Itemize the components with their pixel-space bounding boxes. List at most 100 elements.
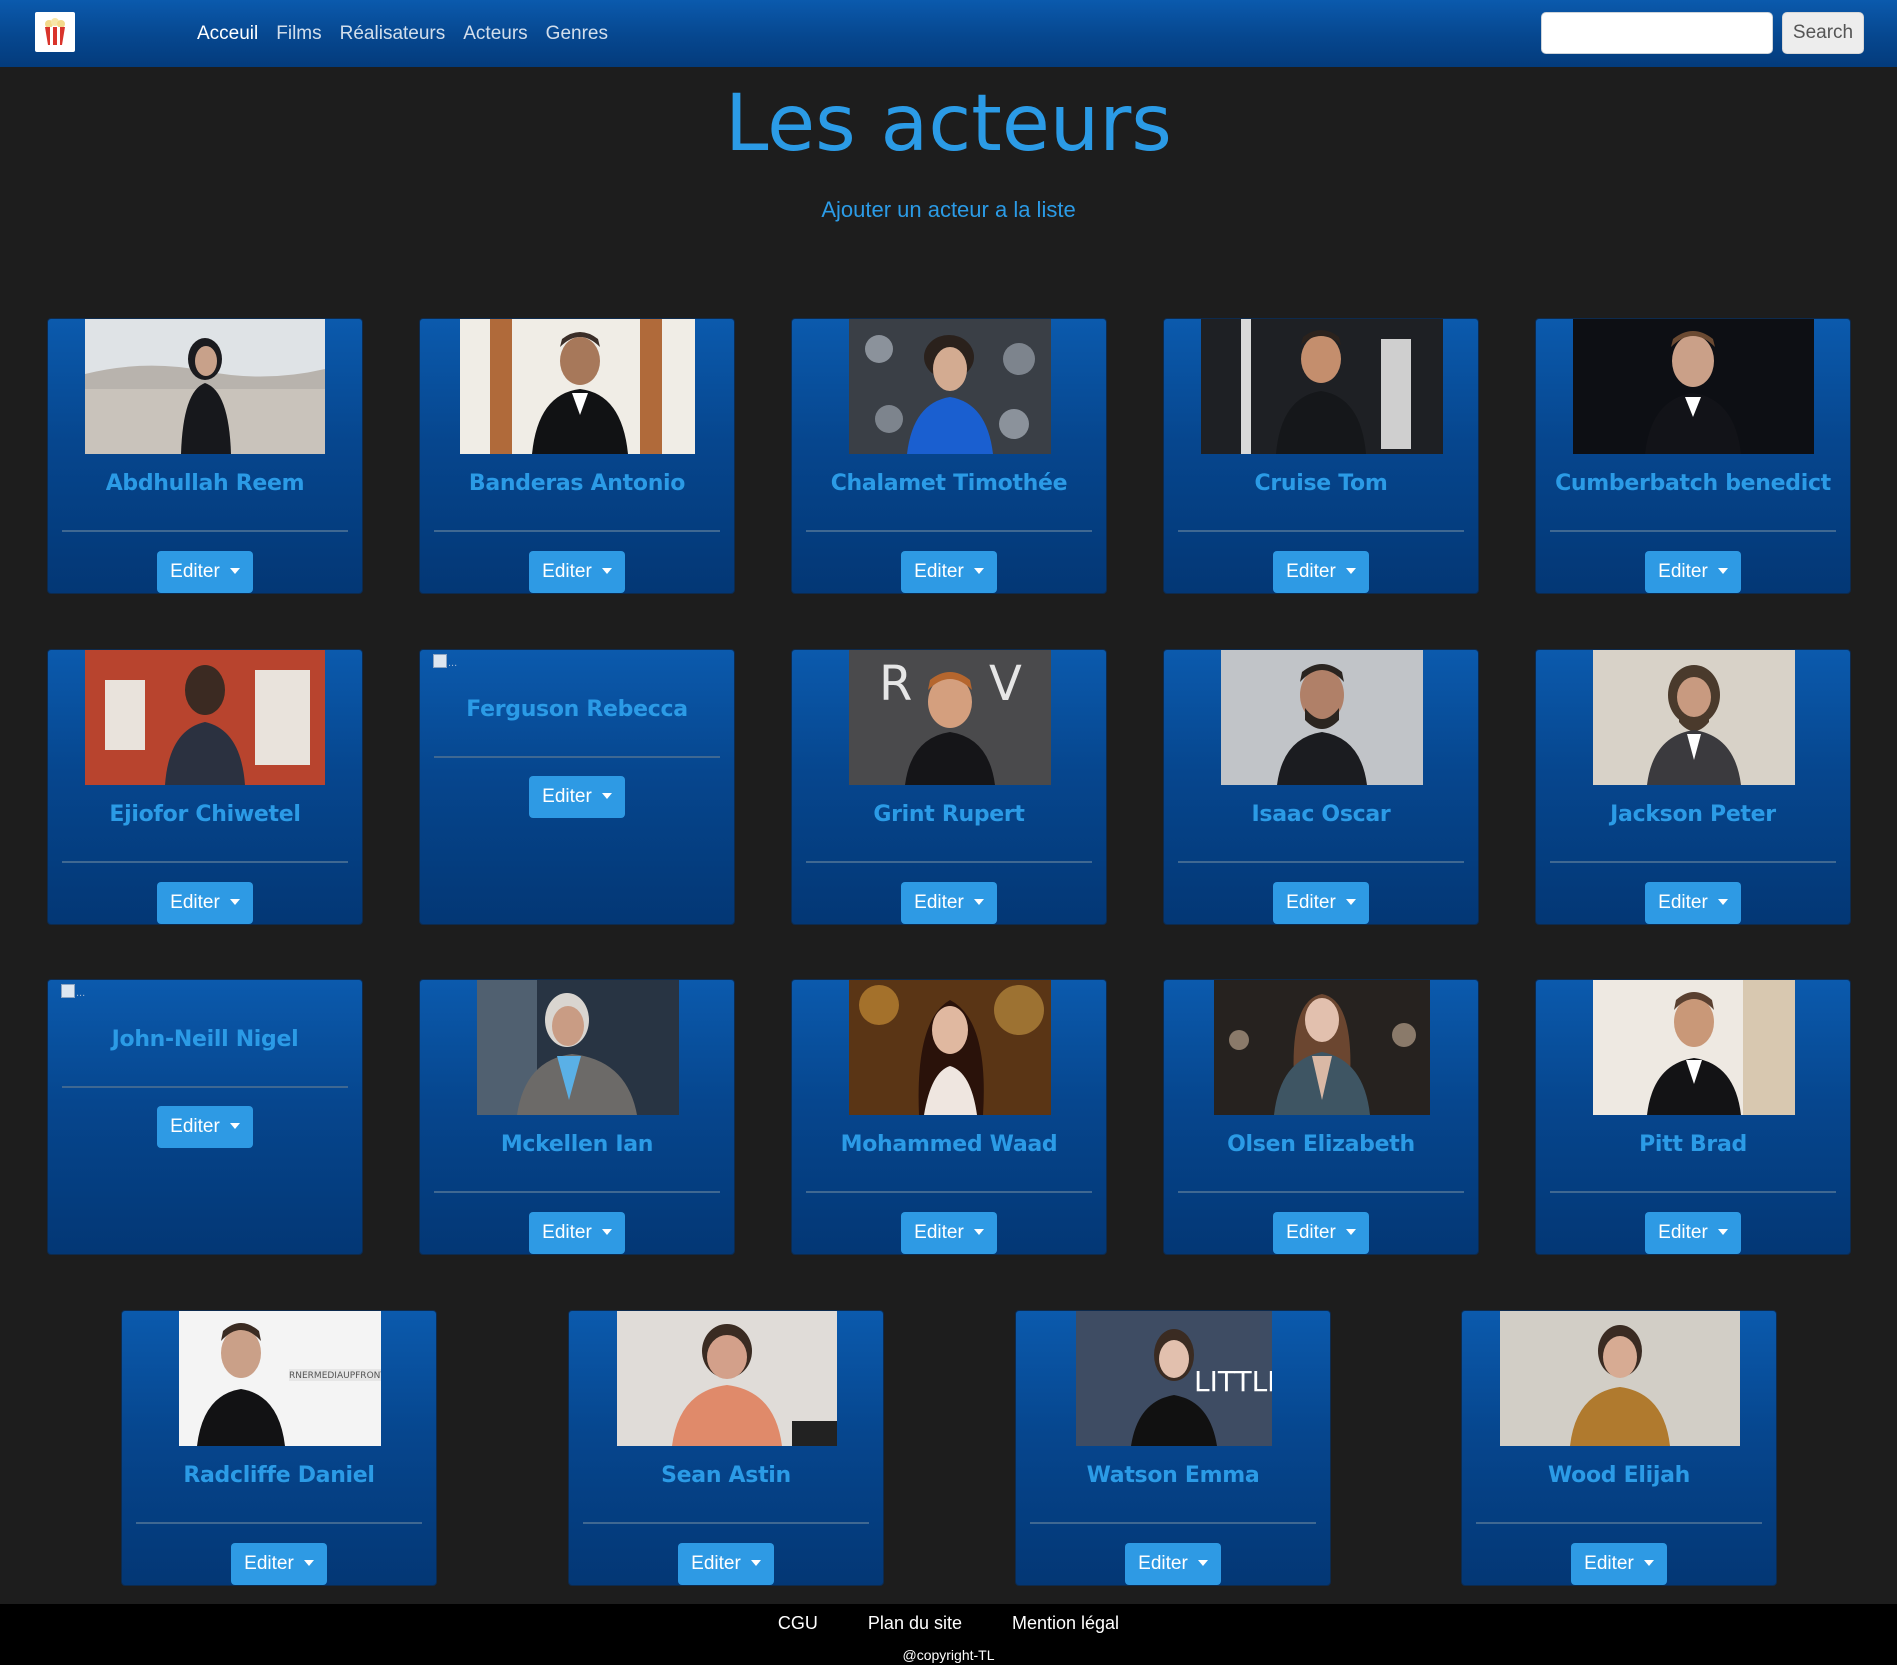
nav-link-acteurs[interactable]: Acteurs bbox=[463, 23, 527, 45]
actor-name: Ferguson Rebecca bbox=[466, 697, 688, 722]
actor-card: Olsen Elizabeth Editer bbox=[1163, 979, 1479, 1255]
edit-dropdown-button[interactable]: Editer bbox=[157, 1106, 253, 1148]
navbar: Acceuil Films Réalisateurs Acteurs Genre… bbox=[0, 0, 1897, 67]
card-divider bbox=[806, 1191, 1092, 1193]
actor-photo bbox=[849, 319, 1051, 454]
actor-name: Wood Elijah bbox=[1548, 1463, 1690, 1488]
add-actor-link[interactable]: Ajouter un acteur a la liste bbox=[821, 197, 1075, 222]
footer-link-cgu[interactable]: CGU bbox=[778, 1608, 818, 1638]
actor-name: Watson Emma bbox=[1086, 1463, 1260, 1488]
svg-text:RNERMEDIAUPFRONT: RNERMEDIAUPFRONT bbox=[289, 1371, 381, 1381]
svg-text:LITTLE: LITTLE bbox=[1194, 1365, 1272, 1398]
caret-down-icon bbox=[973, 568, 984, 574]
search-input[interactable] bbox=[1541, 12, 1773, 54]
actor-card: Sean Astin Editer bbox=[568, 1310, 884, 1586]
actor-card: Mckellen Ian Editer bbox=[419, 979, 735, 1255]
footer-links: CGU Plan du site Mention légal bbox=[0, 1608, 1897, 1638]
actor-name: Radcliffe Daniel bbox=[183, 1463, 375, 1488]
card-divider bbox=[583, 1522, 869, 1524]
actor-photo bbox=[1593, 980, 1795, 1115]
edit-dropdown-button[interactable]: Editer bbox=[1645, 551, 1741, 593]
card-divider bbox=[1550, 530, 1836, 532]
card-divider bbox=[806, 861, 1092, 863]
footer-link-plan-du-site[interactable]: Plan du site bbox=[868, 1608, 962, 1638]
actor-card: Isaac Oscar Editer bbox=[1163, 649, 1479, 925]
card-divider bbox=[62, 861, 348, 863]
actor-card: Banderas Antonio Editer bbox=[419, 318, 735, 594]
svg-text:R: R bbox=[879, 656, 912, 712]
actor-card: RNERMEDIAUPFRONT Radcliffe Daniel Editer bbox=[121, 1310, 437, 1586]
card-divider bbox=[1030, 1522, 1316, 1524]
nav-link-realisateurs[interactable]: Réalisateurs bbox=[340, 23, 446, 45]
popcorn-icon bbox=[45, 18, 65, 45]
copyright-text: @copyright-TL bbox=[902, 1647, 995, 1663]
edit-dropdown-button[interactable]: Editer bbox=[1645, 1212, 1741, 1254]
actor-card: Chalamet Timothée Editer bbox=[791, 318, 1107, 594]
actor-name: Mohammed Waad bbox=[840, 1132, 1058, 1157]
actor-name: Ejiofor Chiwetel bbox=[109, 802, 301, 827]
caret-down-icon bbox=[1197, 1560, 1208, 1566]
actor-name: Cruise Tom bbox=[1254, 471, 1388, 496]
actor-card: Abdhullah Reem Editer bbox=[47, 318, 363, 594]
edit-dropdown-button[interactable]: Editer bbox=[529, 1212, 625, 1254]
actor-photo bbox=[1500, 1311, 1740, 1446]
edit-dropdown-button[interactable]: Editer bbox=[901, 1212, 997, 1254]
actor-photo: R V bbox=[849, 650, 1051, 785]
caret-down-icon bbox=[601, 1229, 612, 1235]
card-divider bbox=[434, 530, 720, 532]
edit-dropdown-button[interactable]: Editer bbox=[157, 551, 253, 593]
actor-card: Pitt Brad Editer bbox=[1535, 979, 1851, 1255]
actor-photo bbox=[85, 650, 325, 785]
caret-down-icon bbox=[601, 793, 612, 799]
actor-name: Banderas Antonio bbox=[468, 471, 686, 496]
caret-down-icon bbox=[1643, 1560, 1654, 1566]
card-divider bbox=[1178, 530, 1464, 532]
nav-links: Acceuil Films Réalisateurs Acteurs Genre… bbox=[197, 0, 626, 67]
actor-photo bbox=[1573, 319, 1814, 454]
broken-image-icon: ... bbox=[433, 654, 463, 672]
card-divider bbox=[1550, 861, 1836, 863]
actor-card: Jackson Peter Editer bbox=[1535, 649, 1851, 925]
caret-down-icon bbox=[1345, 899, 1356, 905]
actor-photo bbox=[1214, 980, 1430, 1115]
edit-dropdown-button[interactable]: Editer bbox=[1273, 551, 1369, 593]
edit-dropdown-button[interactable]: Editer bbox=[1273, 882, 1369, 924]
actor-name: Pitt Brad bbox=[1639, 1132, 1747, 1157]
svg-text:V: V bbox=[989, 656, 1022, 712]
caret-down-icon bbox=[1345, 568, 1356, 574]
actor-name: Abdhullah Reem bbox=[105, 471, 305, 496]
actor-photo bbox=[460, 319, 695, 454]
edit-dropdown-button[interactable]: Editer bbox=[1273, 1212, 1369, 1254]
nav-link-acceuil[interactable]: Acceuil bbox=[197, 23, 258, 45]
caret-down-icon bbox=[229, 899, 240, 905]
actor-card: Ejiofor Chiwetel Editer bbox=[47, 649, 363, 925]
caret-down-icon bbox=[601, 568, 612, 574]
nav-link-films[interactable]: Films bbox=[276, 23, 321, 45]
edit-dropdown-button[interactable]: Editer bbox=[1571, 1543, 1667, 1585]
edit-dropdown-button[interactable]: Editer bbox=[901, 882, 997, 924]
nav-link-genres[interactable]: Genres bbox=[546, 23, 608, 45]
footer: CGU Plan du site Mention légal @copyrigh… bbox=[0, 1604, 1897, 1665]
actor-card: ... Ferguson Rebecca Editer bbox=[419, 649, 735, 925]
search-button[interactable]: Search bbox=[1782, 12, 1864, 54]
card-divider bbox=[1476, 1522, 1762, 1524]
actor-name: Jackson Peter bbox=[1610, 802, 1776, 827]
edit-dropdown-button[interactable]: Editer bbox=[1125, 1543, 1221, 1585]
actor-card: Cruise Tom Editer bbox=[1163, 318, 1479, 594]
edit-dropdown-button[interactable]: Editer bbox=[157, 882, 253, 924]
edit-dropdown-button[interactable]: Editer bbox=[1645, 882, 1741, 924]
edit-dropdown-button[interactable]: Editer bbox=[678, 1543, 774, 1585]
card-divider bbox=[62, 530, 348, 532]
edit-dropdown-button[interactable]: Editer bbox=[529, 776, 625, 818]
caret-down-icon bbox=[1717, 899, 1728, 905]
edit-dropdown-button[interactable]: Editer bbox=[231, 1543, 327, 1585]
caret-down-icon bbox=[1717, 1229, 1728, 1235]
actor-photo bbox=[1221, 650, 1423, 785]
edit-dropdown-button[interactable]: Editer bbox=[529, 551, 625, 593]
caret-down-icon bbox=[303, 1560, 314, 1566]
actor-name: Grint Rupert bbox=[873, 802, 1025, 827]
edit-dropdown-button[interactable]: Editer bbox=[901, 551, 997, 593]
brand-logo[interactable] bbox=[35, 12, 75, 52]
footer-link-mention-legal[interactable]: Mention légal bbox=[1012, 1608, 1119, 1638]
caret-down-icon bbox=[1345, 1229, 1356, 1235]
